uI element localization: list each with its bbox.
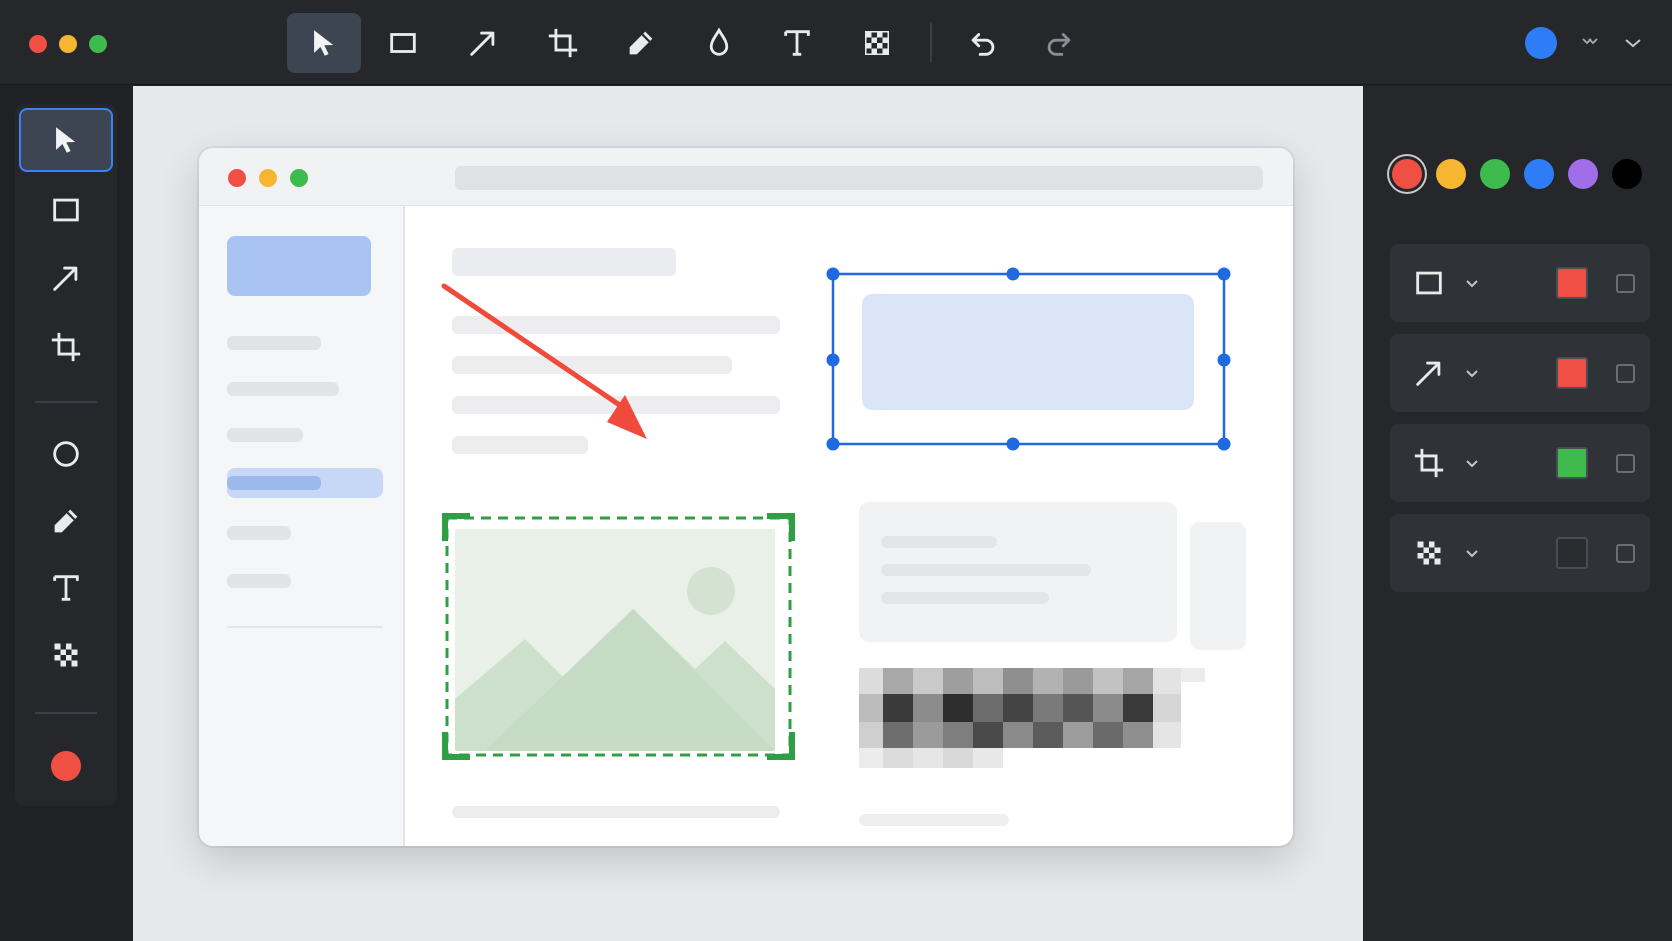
undo-icon [971, 33, 995, 56]
chevron-down-icon [1625, 39, 1641, 48]
arrow-icon [470, 31, 495, 56]
rectangle-fill-checkbox[interactable] [1616, 274, 1635, 293]
close-window-button[interactable] [29, 35, 47, 53]
pixelate-tool-button[interactable] [840, 13, 914, 73]
current-color-swatch [51, 751, 81, 781]
arrow-annotation[interactable] [441, 283, 647, 439]
editor-canvas[interactable] [133, 86, 1363, 941]
crop-icon [1414, 448, 1444, 478]
minimize-window-button[interactable] [59, 35, 77, 53]
window-controls [29, 35, 107, 53]
redo-button[interactable] [1022, 13, 1096, 73]
resize-handle[interactable] [1217, 353, 1231, 367]
color-swatch-purple[interactable] [1568, 159, 1598, 189]
droplet-icon [709, 27, 729, 56]
checkerboard-icon [864, 30, 890, 56]
more-options-dropdown[interactable] [1621, 30, 1645, 56]
rectangle-icon [53, 198, 79, 222]
arrow-icon [53, 266, 78, 291]
rectangle-style-row [1390, 244, 1650, 322]
crop-option-checkbox[interactable] [1616, 454, 1635, 473]
color-swatch-red[interactable] [1392, 159, 1422, 189]
pen-icon [629, 31, 653, 55]
select-tool-button[interactable] [287, 13, 361, 73]
maximize-window-button[interactable] [89, 35, 107, 53]
rail-color-button[interactable] [19, 734, 113, 798]
top-toolbar [0, 0, 1672, 85]
chevron-down-icon[interactable] [1460, 361, 1484, 385]
cursor-icon [56, 127, 76, 153]
resize-handle[interactable] [1006, 437, 1020, 451]
pixelate-option-checkbox[interactable] [1616, 544, 1635, 563]
crop-tool-button[interactable] [526, 13, 600, 73]
pixelate-style-row [1390, 514, 1650, 592]
pen-tool-button[interactable] [604, 13, 678, 73]
pen-icon [54, 509, 78, 533]
selection-box[interactable] [826, 267, 1231, 451]
chevron-down-icon[interactable] [1460, 271, 1484, 295]
crop-color-swatch[interactable] [1556, 447, 1588, 479]
crop-icon [51, 332, 81, 362]
undo-button[interactable] [946, 13, 1020, 73]
arrow-tool-button[interactable] [446, 13, 520, 73]
rectangle-color-swatch[interactable] [1556, 267, 1588, 299]
rail-divider [35, 401, 97, 403]
chevron-down-icon[interactable] [1460, 541, 1484, 565]
resize-handle[interactable] [1006, 267, 1020, 281]
text-icon [53, 575, 79, 601]
rectangle-icon [390, 33, 416, 53]
rail-divider [35, 712, 97, 714]
arrow-color-swatch[interactable] [1556, 357, 1588, 389]
properties-panel [1364, 86, 1672, 941]
resize-handle[interactable] [1217, 437, 1231, 451]
cursor-icon [314, 30, 334, 56]
rail-pixelate-tool[interactable] [19, 623, 113, 687]
arrow-style-row [1390, 334, 1650, 412]
color-options-dropdown[interactable] [1578, 30, 1602, 56]
rectangle-icon [1416, 271, 1442, 295]
blur-tool-button[interactable] [682, 13, 756, 73]
rail-text-tool[interactable] [19, 556, 113, 620]
double-chevron-down-icon [1582, 38, 1598, 45]
chevron-down-icon[interactable] [1460, 451, 1484, 475]
rail-pen-tool[interactable] [19, 489, 113, 553]
left-tool-rail [15, 104, 117, 806]
current-color-button[interactable] [1525, 27, 1557, 59]
annotation-layer [441, 267, 1231, 760]
toolbar-divider [930, 22, 932, 62]
text-icon [784, 30, 810, 56]
checkerboard-icon [54, 643, 78, 667]
resize-handle[interactable] [826, 437, 840, 451]
color-swatch-yellow[interactable] [1436, 159, 1466, 189]
color-swatch-green[interactable] [1480, 159, 1510, 189]
rail-crop-tool[interactable] [19, 315, 113, 379]
color-swatch-black[interactable] [1612, 159, 1642, 189]
checkerboard-icon [1417, 541, 1441, 565]
resize-handle[interactable] [826, 267, 840, 281]
color-palette [1392, 159, 1642, 189]
color-swatch-blue[interactable] [1524, 159, 1554, 189]
rail-arrow-tool[interactable] [19, 246, 113, 310]
rail-select-tool[interactable] [19, 108, 113, 172]
resize-handle[interactable] [826, 353, 840, 367]
arrow-option-checkbox[interactable] [1616, 364, 1635, 383]
rail-ellipse-tool[interactable] [19, 422, 113, 486]
rectangle-tool-button[interactable] [366, 13, 440, 73]
crop-style-row [1390, 424, 1650, 502]
crop-icon [548, 28, 578, 58]
text-tool-button[interactable] [760, 13, 834, 73]
arrow-icon [1416, 361, 1441, 386]
pixelate-color-swatch[interactable] [1556, 537, 1588, 569]
circle-icon [53, 441, 79, 467]
crop-frame[interactable] [442, 513, 795, 760]
redo-icon [1047, 33, 1071, 56]
rail-rectangle-tool[interactable] [19, 178, 113, 242]
resize-handle[interactable] [1217, 267, 1231, 281]
